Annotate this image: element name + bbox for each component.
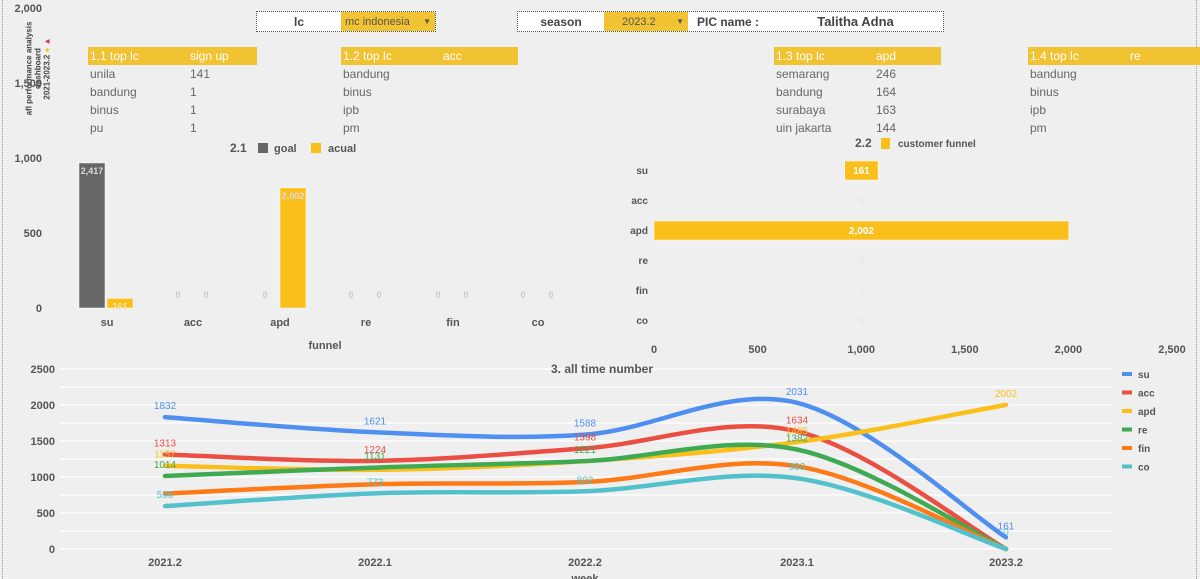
x-tick-label: 500	[748, 344, 766, 356]
x-tick-label: su	[101, 317, 114, 329]
data-label-re: 1014	[154, 460, 177, 471]
chart-title: 2.2	[855, 136, 872, 150]
x-tick-label: 2,500	[1158, 344, 1186, 356]
funnel-bar-label: 0	[859, 256, 865, 267]
legend-swatch-funnel	[881, 138, 890, 149]
legend-swatch-acual	[311, 143, 321, 153]
bar-label: 0	[348, 290, 353, 300]
y-tick-label: re	[639, 256, 649, 267]
data-label-co: 0	[1003, 527, 1009, 538]
y-tick-label: 1,000	[14, 153, 42, 165]
x-axis-label: funnel	[309, 340, 342, 352]
bar-label: 2,417	[81, 166, 104, 176]
data-label-acc: 1634	[786, 415, 809, 426]
legend-swatch-co	[1122, 464, 1132, 469]
x-tick-label: 1,500	[951, 344, 979, 356]
data-label-apd: 2002	[995, 389, 1018, 400]
y-tick-label: 2500	[31, 364, 55, 376]
data-label-su: 1621	[364, 416, 387, 427]
x-tick-label: re	[361, 317, 371, 329]
data-label-re: 1131	[364, 452, 386, 463]
bar-label: 161	[112, 301, 127, 311]
funnel-bar-label: 161	[853, 166, 870, 177]
y-tick-label: 500	[24, 228, 42, 240]
legend-label-apd: apd	[1138, 407, 1156, 418]
funnel-bar-label: 0	[859, 316, 865, 327]
data-label-su: 2031	[786, 387, 809, 398]
bar-acual-apd	[279, 187, 307, 309]
x-tick-label: apd	[270, 317, 290, 329]
bar-label: 0	[548, 290, 553, 300]
y-tick-label: co	[636, 316, 648, 327]
legend-label-funnel: customer funnel	[898, 139, 976, 150]
x-axis-label: week	[571, 573, 600, 579]
data-label-co: 802	[577, 475, 594, 486]
legend-label-acc: acc	[1138, 389, 1155, 400]
legend-label-re: re	[1138, 426, 1148, 437]
legend-swatch-fin	[1122, 446, 1132, 450]
legend-label-fin: fin	[1138, 444, 1150, 455]
y-tick-label: 500	[37, 508, 55, 520]
y-tick-label: acc	[631, 196, 648, 207]
x-tick-label: acc	[184, 317, 202, 329]
funnel-bar-label: 0	[859, 196, 865, 207]
x-tick-label: 2023.2	[989, 557, 1023, 569]
bar-label: 0	[175, 290, 180, 300]
data-label-acc: 1398	[574, 432, 597, 443]
y-tick-label: fin	[636, 286, 648, 297]
y-tick-label: 0	[36, 303, 42, 315]
bar-label: 0	[520, 290, 525, 300]
x-tick-label: 0	[651, 344, 657, 356]
y-tick-label: 2000	[31, 400, 55, 412]
funnel-bar-label: 2,002	[849, 226, 874, 237]
legend-label-acual: acual	[328, 143, 356, 155]
legend-label-co: co	[1138, 463, 1150, 474]
charts-canvas: 2.1 goal acual 0 500 1,000 1,500 2,000 2,500 su 2,…	[14, 3, 1186, 579]
x-tick-label: 2,000	[1055, 344, 1083, 356]
x-tick-label: 2023.1	[780, 557, 814, 569]
y-tick-label: su	[636, 166, 648, 177]
data-label-re: 1382	[786, 433, 809, 444]
bar-label: 0	[203, 290, 208, 300]
data-label-co: 773	[367, 477, 384, 488]
legend-swatch-su	[1122, 372, 1132, 376]
data-label-co: 596	[157, 490, 174, 501]
y-tick-label: 0	[49, 544, 55, 556]
y-tick-label: 1500	[31, 436, 55, 448]
legend-swatch-re	[1122, 427, 1132, 432]
legend-swatch-apd	[1122, 409, 1132, 413]
x-tick-label: 2022.1	[358, 557, 392, 569]
x-tick-label: 2021.2	[148, 557, 182, 569]
data-label-co: 983	[789, 462, 806, 473]
bar-label: 0	[262, 290, 267, 300]
data-label-acc: 1313	[154, 438, 177, 449]
chart-title: 3. all time number	[551, 362, 653, 376]
funnel-bar-label: 0	[859, 286, 865, 297]
legend-label-goal: goal	[274, 143, 297, 155]
bar-label: 2,002	[282, 191, 305, 201]
y-tick-label: 2,000	[14, 3, 42, 15]
chart-title: 2.1	[230, 141, 247, 155]
x-tick-label: co	[532, 317, 545, 329]
y-tick-label: 1,500	[14, 78, 42, 90]
y-tick-label: 1000	[31, 472, 55, 484]
legend-swatch-acc	[1122, 390, 1132, 395]
data-label-su: 1588	[574, 419, 597, 430]
dashboard: afl performance analysis dashboard 2021-…	[0, 0, 1200, 579]
legend-swatch-goal	[258, 143, 268, 153]
data-label-re: 1221	[574, 445, 597, 456]
x-tick-label: 1,000	[847, 344, 875, 356]
x-tick-label: 2022.2	[568, 557, 602, 569]
legend-label-su: su	[1138, 370, 1150, 381]
y-tick-label: apd	[630, 226, 648, 237]
bar-label: 0	[376, 290, 381, 300]
bar-goal-su	[78, 162, 106, 309]
data-label-su: 1832	[154, 401, 177, 412]
bar-label: 0	[463, 290, 468, 300]
bar-label: 0	[435, 290, 440, 300]
x-tick-label: fin	[446, 317, 460, 329]
